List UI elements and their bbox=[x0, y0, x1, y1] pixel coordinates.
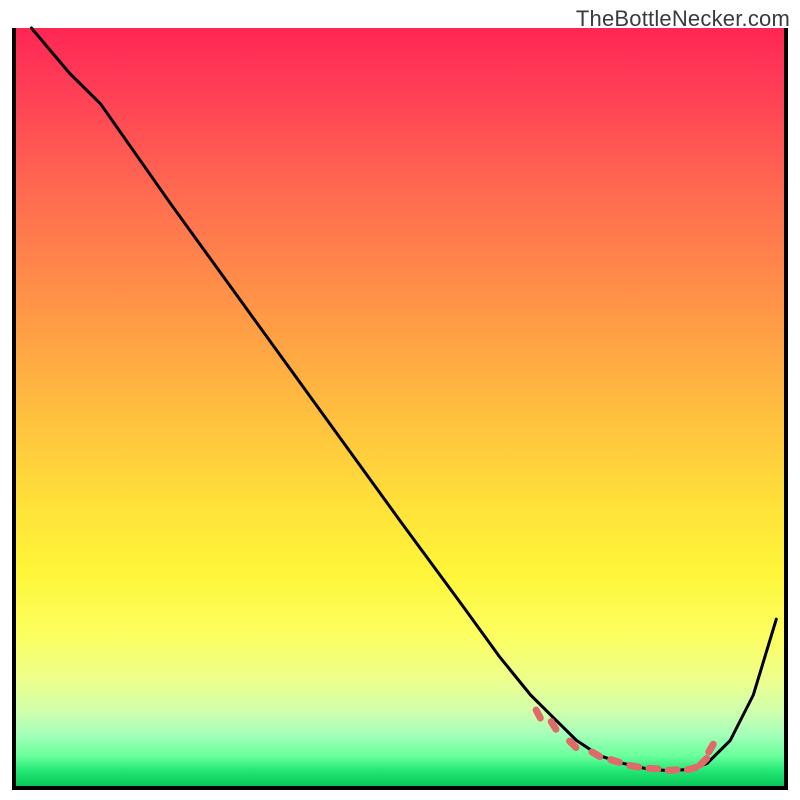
watermark-text: TheBottleNecker.com bbox=[576, 6, 790, 32]
optimal-marker bbox=[645, 765, 661, 773]
optimal-marker bbox=[546, 717, 560, 734]
bottleneck-curve-line bbox=[31, 28, 776, 771]
optimal-marker bbox=[664, 766, 680, 774]
plot-area bbox=[12, 28, 788, 790]
chart-container: TheBottleNecker.com bbox=[0, 0, 800, 800]
chart-svg bbox=[16, 28, 784, 786]
optimal-marker bbox=[587, 747, 604, 761]
optimal-marker bbox=[606, 755, 623, 767]
optimal-marker bbox=[626, 761, 643, 771]
